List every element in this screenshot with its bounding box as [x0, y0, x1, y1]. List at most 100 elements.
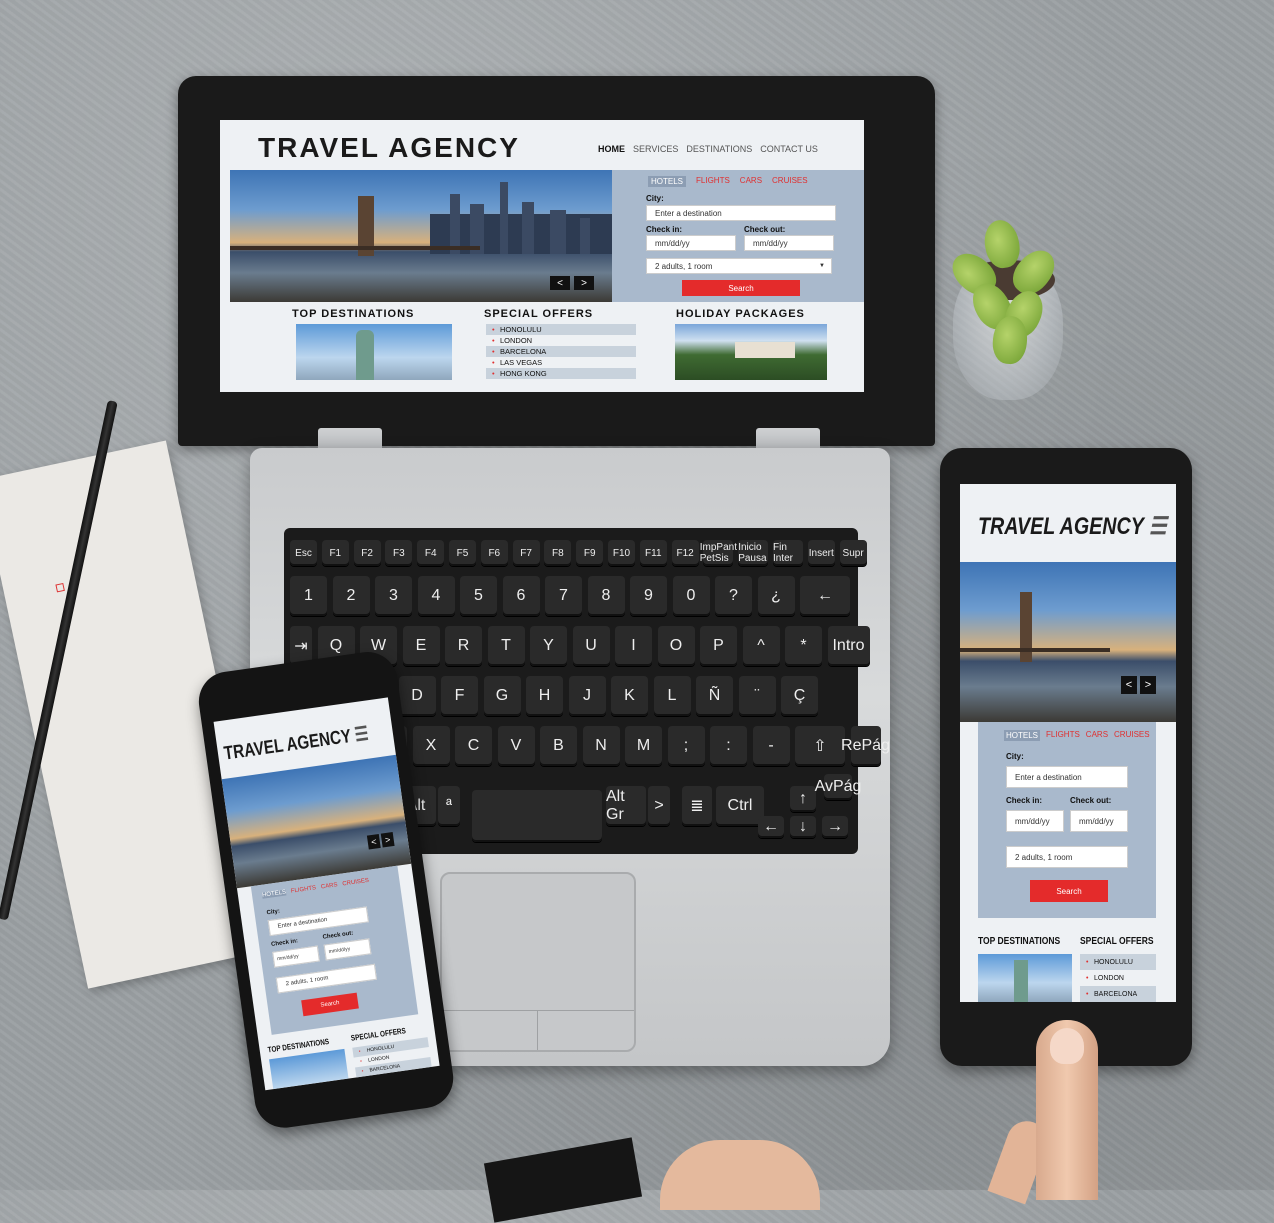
- nav-contact-us[interactable]: CONTACT US: [760, 144, 818, 154]
- keyboard-key[interactable]: Ctrl: [716, 786, 764, 826]
- hero-prev-button[interactable]: <: [550, 276, 570, 290]
- offer-item[interactable]: BARCELONA: [1080, 986, 1156, 1002]
- keyboard-key[interactable]: Inicio Pausa: [738, 540, 769, 566]
- keyboard-key[interactable]: F12: [671, 540, 699, 566]
- phone-next-button[interactable]: >: [380, 832, 395, 848]
- search-button[interactable]: Search: [682, 280, 800, 296]
- keyboard-key[interactable]: Insert: [807, 540, 835, 566]
- keyboard-key[interactable]: :: [710, 726, 747, 766]
- keyboard-key[interactable]: ImpPant PetSis: [700, 540, 737, 566]
- tablet-checkout-input[interactable]: mm/dd/yy: [1070, 810, 1128, 832]
- keyboard-key[interactable]: F2: [353, 540, 381, 566]
- keyboard-key[interactable]: F5: [449, 540, 476, 566]
- keyboard-key[interactable]: M: [625, 726, 662, 766]
- keyboard-key[interactable]: F: [441, 676, 478, 716]
- keyboard-key[interactable]: ª: [438, 786, 460, 826]
- keyboard-key[interactable]: ↓: [790, 816, 816, 838]
- keyboard-key[interactable]: F1: [321, 540, 349, 566]
- keyboard-key[interactable]: 1: [290, 576, 327, 616]
- tablet-next-button[interactable]: >: [1140, 676, 1156, 694]
- keyboard-key[interactable]: ←: [800, 576, 850, 616]
- offer-item[interactable]: LONDON: [1080, 970, 1156, 986]
- menu-icon[interactable]: ☰: [1149, 513, 1167, 540]
- phone-checkout-input[interactable]: mm/dd/yy: [323, 938, 372, 961]
- keyboard-key[interactable]: J: [568, 676, 606, 716]
- nav-home[interactable]: HOME: [598, 144, 625, 154]
- tablet-search-button[interactable]: Search: [1030, 880, 1108, 902]
- keyboard-key[interactable]: 3: [375, 576, 412, 616]
- tablet-prev-button[interactable]: <: [1121, 676, 1137, 694]
- tablet-city-input[interactable]: Enter a destination: [1006, 766, 1128, 788]
- keyboard-key[interactable]: V: [497, 726, 535, 766]
- keyboard-key[interactable]: ;: [667, 726, 705, 766]
- keyboard-key[interactable]: I: [615, 626, 652, 666]
- hero-next-button[interactable]: >: [574, 276, 594, 290]
- offer-item[interactable]: LONDON: [486, 335, 636, 346]
- tablet-guests-select[interactable]: 2 adults, 1 room: [1006, 846, 1128, 868]
- keyboard-key[interactable]: D: [398, 676, 436, 716]
- keyboard-key[interactable]: Y: [530, 626, 567, 666]
- keyboard-key[interactable]: F8: [544, 540, 572, 566]
- keyboard-key[interactable]: N: [582, 726, 620, 766]
- keyboard-key[interactable]: 7: [545, 576, 582, 616]
- checkin-input[interactable]: mm/dd/yy: [646, 235, 736, 251]
- keyboard-key[interactable]: Supr: [839, 540, 867, 566]
- keyboard-key[interactable]: B: [540, 726, 577, 766]
- guests-select[interactable]: 2 adults, 1 room ▼: [646, 258, 832, 274]
- keyboard-key[interactable]: 0: [672, 576, 710, 616]
- keyboard-key[interactable]: U: [572, 626, 610, 666]
- keyboard-key[interactable]: >: [648, 786, 670, 826]
- laptop-touchpad[interactable]: [440, 872, 636, 1052]
- keyboard-key[interactable]: 6: [502, 576, 540, 616]
- keyboard-key[interactable]: →: [822, 816, 848, 838]
- phone-search-button[interactable]: Search: [301, 992, 359, 1017]
- keyboard-key[interactable]: H: [526, 676, 563, 716]
- keyboard-key[interactable]: Intro: [827, 626, 870, 666]
- keyboard-key[interactable]: E: [402, 626, 440, 666]
- nav-destinations[interactable]: DESTINATIONS: [686, 144, 752, 154]
- phone-tab-cars[interactable]: CARS: [321, 882, 338, 890]
- keyboard-key[interactable]: X: [412, 726, 450, 766]
- keyboard-key[interactable]: Alt Gr: [606, 786, 646, 826]
- phone-prev-button[interactable]: <: [366, 833, 381, 850]
- tablet-tab-hotels[interactable]: HOTELS: [1004, 730, 1041, 741]
- tablet-tab-cruises[interactable]: CRUISES: [1114, 730, 1150, 741]
- tablet-tab-cars[interactable]: CARS: [1086, 730, 1108, 741]
- tab-hotels[interactable]: HOTELS: [648, 176, 687, 187]
- keyboard-key[interactable]: F7: [512, 540, 540, 566]
- keyboard-key[interactable]: K: [611, 676, 648, 716]
- keyboard-key[interactable]: 9: [630, 576, 667, 616]
- keyboard-key[interactable]: G: [483, 676, 521, 716]
- keyboard-key[interactable]: RePág: [841, 726, 890, 766]
- tab-flights[interactable]: FLIGHTS: [696, 176, 730, 187]
- menu-icon[interactable]: ☰: [353, 724, 369, 747]
- keyboard-key[interactable]: AvPág: [815, 774, 861, 800]
- keyboard-key[interactable]: F10: [608, 540, 635, 566]
- keyboard-key[interactable]: F11: [639, 540, 667, 566]
- nav-services[interactable]: SERVICES: [633, 144, 678, 154]
- keyboard-key[interactable]: C: [455, 726, 492, 766]
- keyboard-key[interactable]: F6: [480, 540, 508, 566]
- keyboard-key[interactable]: Ç: [781, 676, 818, 716]
- keyboard-key[interactable]: P: [700, 626, 737, 666]
- offer-item[interactable]: LAS VEGAS: [486, 357, 636, 368]
- tab-cars[interactable]: CARS: [740, 176, 762, 187]
- phone-guests-select[interactable]: 2 adults, 1 room: [275, 963, 378, 994]
- keyboard-key[interactable]: F3: [385, 540, 413, 566]
- tablet-checkin-input[interactable]: mm/dd/yy: [1006, 810, 1064, 832]
- keyboard-key[interactable]: -: [752, 726, 790, 766]
- keyboard-key[interactable]: 8: [587, 576, 625, 616]
- checkout-input[interactable]: mm/dd/yy: [744, 235, 834, 251]
- offer-item[interactable]: HONOLULU: [1080, 954, 1156, 970]
- keyboard-key[interactable]: 5: [460, 576, 497, 616]
- keyboard-key[interactable]: ←: [758, 816, 784, 838]
- keyboard-key[interactable]: 2: [332, 576, 370, 616]
- keyboard-key[interactable]: Esc: [290, 540, 317, 566]
- offer-item[interactable]: HONOLULU: [486, 324, 636, 335]
- keyboard-key[interactable]: ^: [742, 626, 780, 666]
- keyboard-key[interactable]: O: [657, 626, 695, 666]
- keyboard-key[interactable]: T: [487, 626, 525, 666]
- keyboard-key[interactable]: ≣: [682, 786, 712, 826]
- keyboard-key[interactable]: R: [445, 626, 482, 666]
- keyboard-key[interactable]: ¿: [757, 576, 795, 616]
